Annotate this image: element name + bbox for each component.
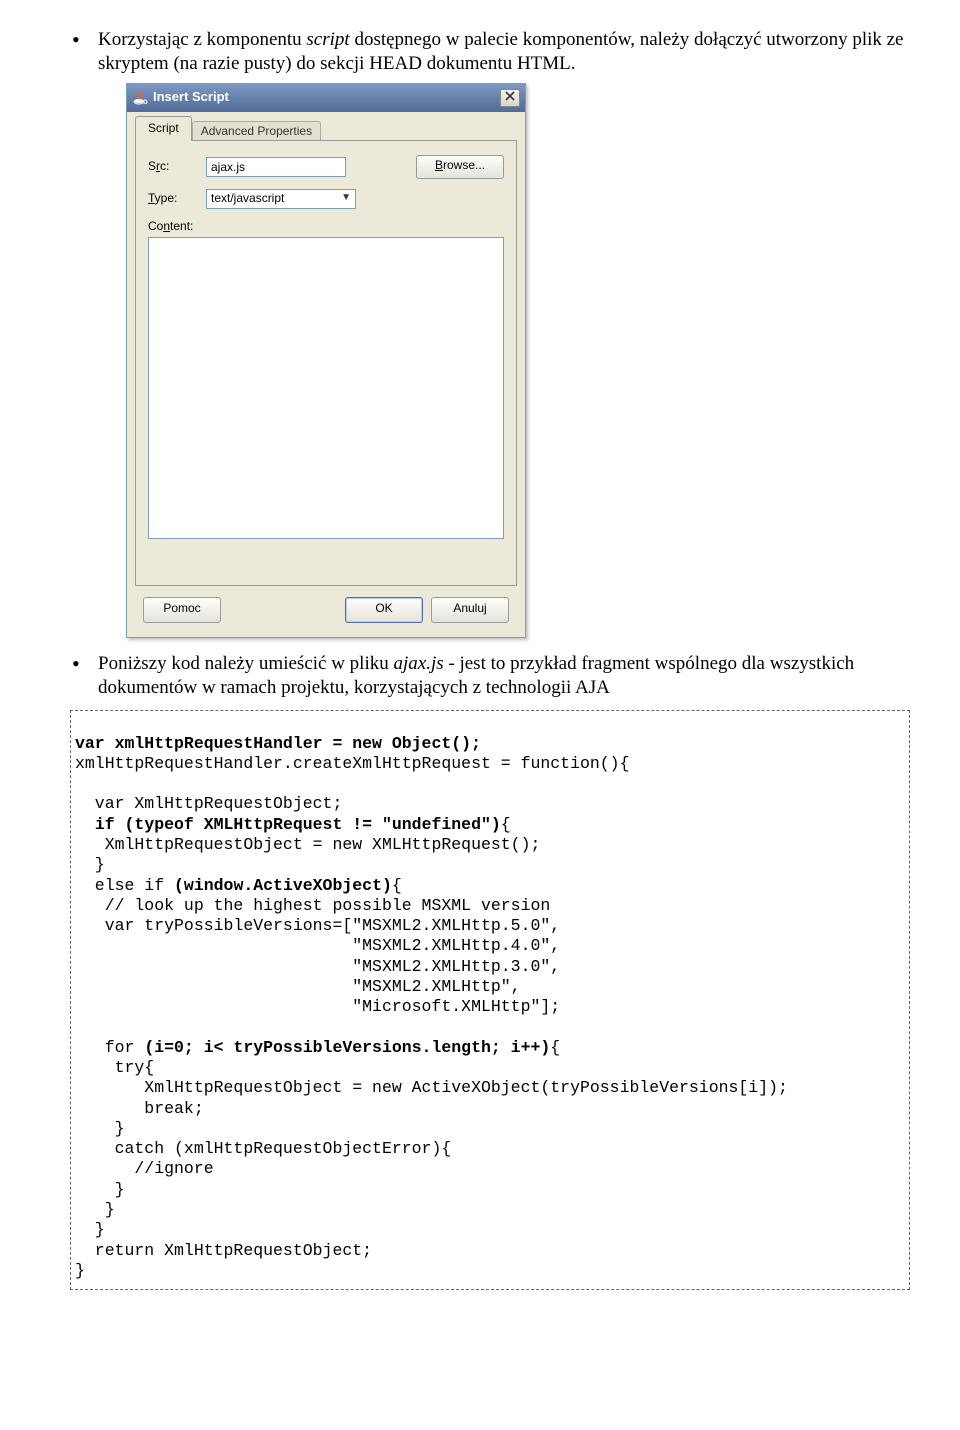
code-listing: var xmlHttpRequestHandler = new Object()… [70, 710, 910, 1290]
insert-script-dialog: Insert Script Script Advanced Properties [126, 83, 526, 638]
dialog-titlebar: Insert Script [127, 84, 525, 112]
src-label: Src: [148, 159, 206, 174]
tab-script[interactable]: Script [135, 116, 192, 140]
help-button[interactable]: Pomoc [143, 597, 221, 623]
chevron-down-icon: ▼ [341, 192, 351, 205]
browse-button[interactable]: Browse... [416, 155, 504, 179]
close-button[interactable] [500, 89, 520, 107]
tab-advanced-properties[interactable]: Advanced Properties [192, 121, 321, 141]
tab-strip: Script Advanced Properties [135, 118, 517, 141]
bullet-1-text-pre: Korzystając z komponentu [98, 29, 306, 50]
cancel-button[interactable]: Anuluj [431, 597, 509, 623]
dialog-title: Insert Script [153, 89, 500, 106]
type-label: Type: [148, 191, 206, 206]
bullet-2-em: ajax.js [394, 653, 444, 674]
java-coffee-icon [132, 90, 148, 106]
ok-button[interactable]: OK [345, 597, 423, 623]
type-select[interactable]: text/javascript ▼ [206, 189, 356, 209]
type-value: text/javascript [211, 191, 284, 206]
content-textarea[interactable] [148, 237, 504, 539]
close-icon [505, 90, 515, 105]
bullet-1-em: script [306, 29, 349, 50]
tab-panel-script: Src: Browse... Type: text/javascript ▼ [135, 140, 517, 586]
content-label: Content: [148, 219, 206, 234]
bullet-2-text-pre: Poniższy kod należy umieścić w pliku [98, 653, 394, 674]
bullet-2: Poniższy kod należy umieścić w pliku aja… [70, 652, 910, 701]
bullet-1: Korzystając z komponentu script dostępne… [70, 28, 910, 638]
src-input[interactable] [206, 157, 346, 177]
